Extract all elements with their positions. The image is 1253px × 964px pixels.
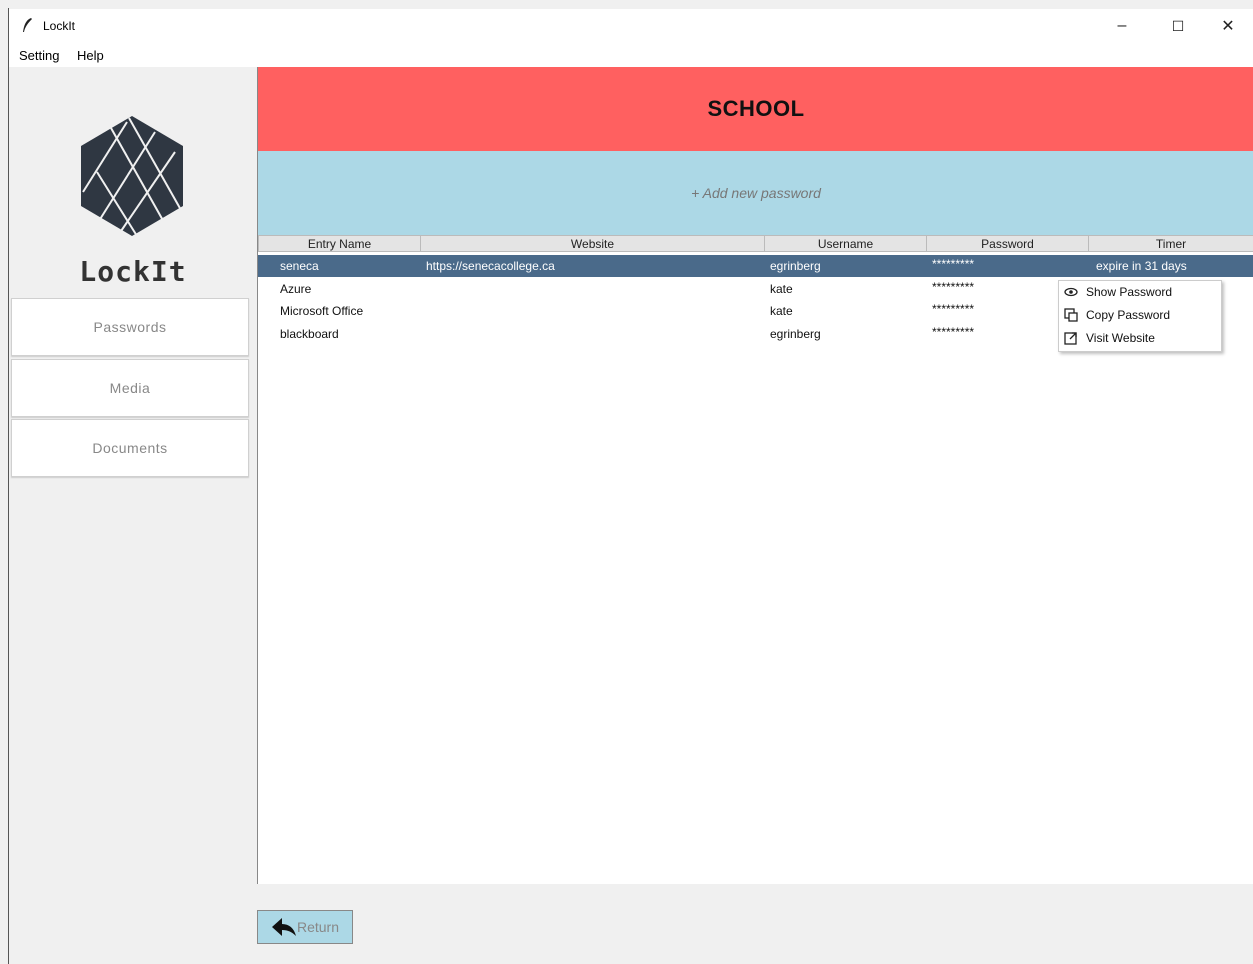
table-row[interactable]: seneca https://senecacollege.ca egrinber… — [258, 255, 1253, 277]
eye-icon — [1064, 287, 1078, 297]
nav-passwords[interactable]: Passwords — [11, 298, 249, 356]
show-password-label: Show Password — [1086, 285, 1173, 299]
maximize-button[interactable]: ☐ — [1155, 9, 1201, 43]
copy-password-label: Copy Password — [1086, 308, 1171, 322]
footer-bar: Return — [257, 884, 1253, 964]
table-header: Entry Name Website Username Password Tim… — [258, 235, 1253, 254]
nav-media[interactable]: Media — [11, 359, 249, 417]
lockit-logo-icon — [81, 116, 183, 237]
feather-icon — [23, 18, 32, 32]
title-bar: LockIt – ☐ ✕ — [9, 9, 1253, 43]
column-entry-name[interactable]: Entry Name — [258, 235, 421, 252]
category-title: SCHOOL — [258, 67, 1253, 151]
cell-password: ********* — [932, 302, 975, 316]
return-arrow-icon — [271, 918, 296, 936]
sidebar: LockIt Passwords Media Documents — [9, 67, 257, 964]
show-password-item[interactable]: Show Password — [1059, 281, 1219, 303]
menu-bar: Setting Help — [9, 43, 1253, 67]
column-password[interactable]: Password — [926, 235, 1089, 252]
cell-password: ********* — [932, 280, 975, 294]
cell-entry: seneca — [280, 259, 319, 273]
close-button[interactable]: ✕ — [1205, 9, 1251, 43]
window-title: LockIt — [43, 19, 76, 33]
cell-password: ********* — [932, 257, 975, 271]
app-name: LockIt — [79, 255, 187, 288]
external-link-icon — [1064, 332, 1077, 345]
cell-entry: blackboard — [280, 327, 339, 341]
column-website[interactable]: Website — [420, 235, 765, 252]
visit-website-label: Visit Website — [1086, 331, 1155, 345]
cell-entry: Azure — [280, 282, 312, 296]
cell-timer: expire in 31 days — [1096, 259, 1187, 273]
cell-username: egrinberg — [770, 259, 821, 273]
column-timer[interactable]: Timer — [1088, 235, 1253, 252]
cell-username: kate — [770, 304, 793, 318]
cell-username: egrinberg — [770, 327, 821, 341]
return-button[interactable]: Return — [257, 910, 353, 944]
return-label: Return — [296, 919, 340, 935]
nav-documents[interactable]: Documents — [11, 419, 249, 477]
cell-username: kate — [770, 282, 793, 296]
cell-website: https://senecacollege.ca — [426, 259, 555, 273]
column-username[interactable]: Username — [764, 235, 927, 252]
context-menu: Show Password Copy Password Visit Websit… — [1058, 280, 1222, 352]
copy-password-item[interactable]: Copy Password — [1059, 304, 1219, 326]
menu-help[interactable]: Help — [77, 48, 104, 63]
copy-icon — [1064, 308, 1078, 322]
menu-setting[interactable]: Setting — [19, 48, 59, 63]
add-password-button[interactable]: + Add new password — [258, 151, 1253, 235]
cell-password: ********* — [932, 325, 975, 339]
minimize-button[interactable]: – — [1099, 9, 1145, 43]
cell-entry: Microsoft Office — [280, 304, 364, 318]
visit-website-item[interactable]: Visit Website — [1059, 327, 1219, 349]
main-panel: SCHOOL + Add new password Entry Name Web… — [257, 67, 1253, 884]
